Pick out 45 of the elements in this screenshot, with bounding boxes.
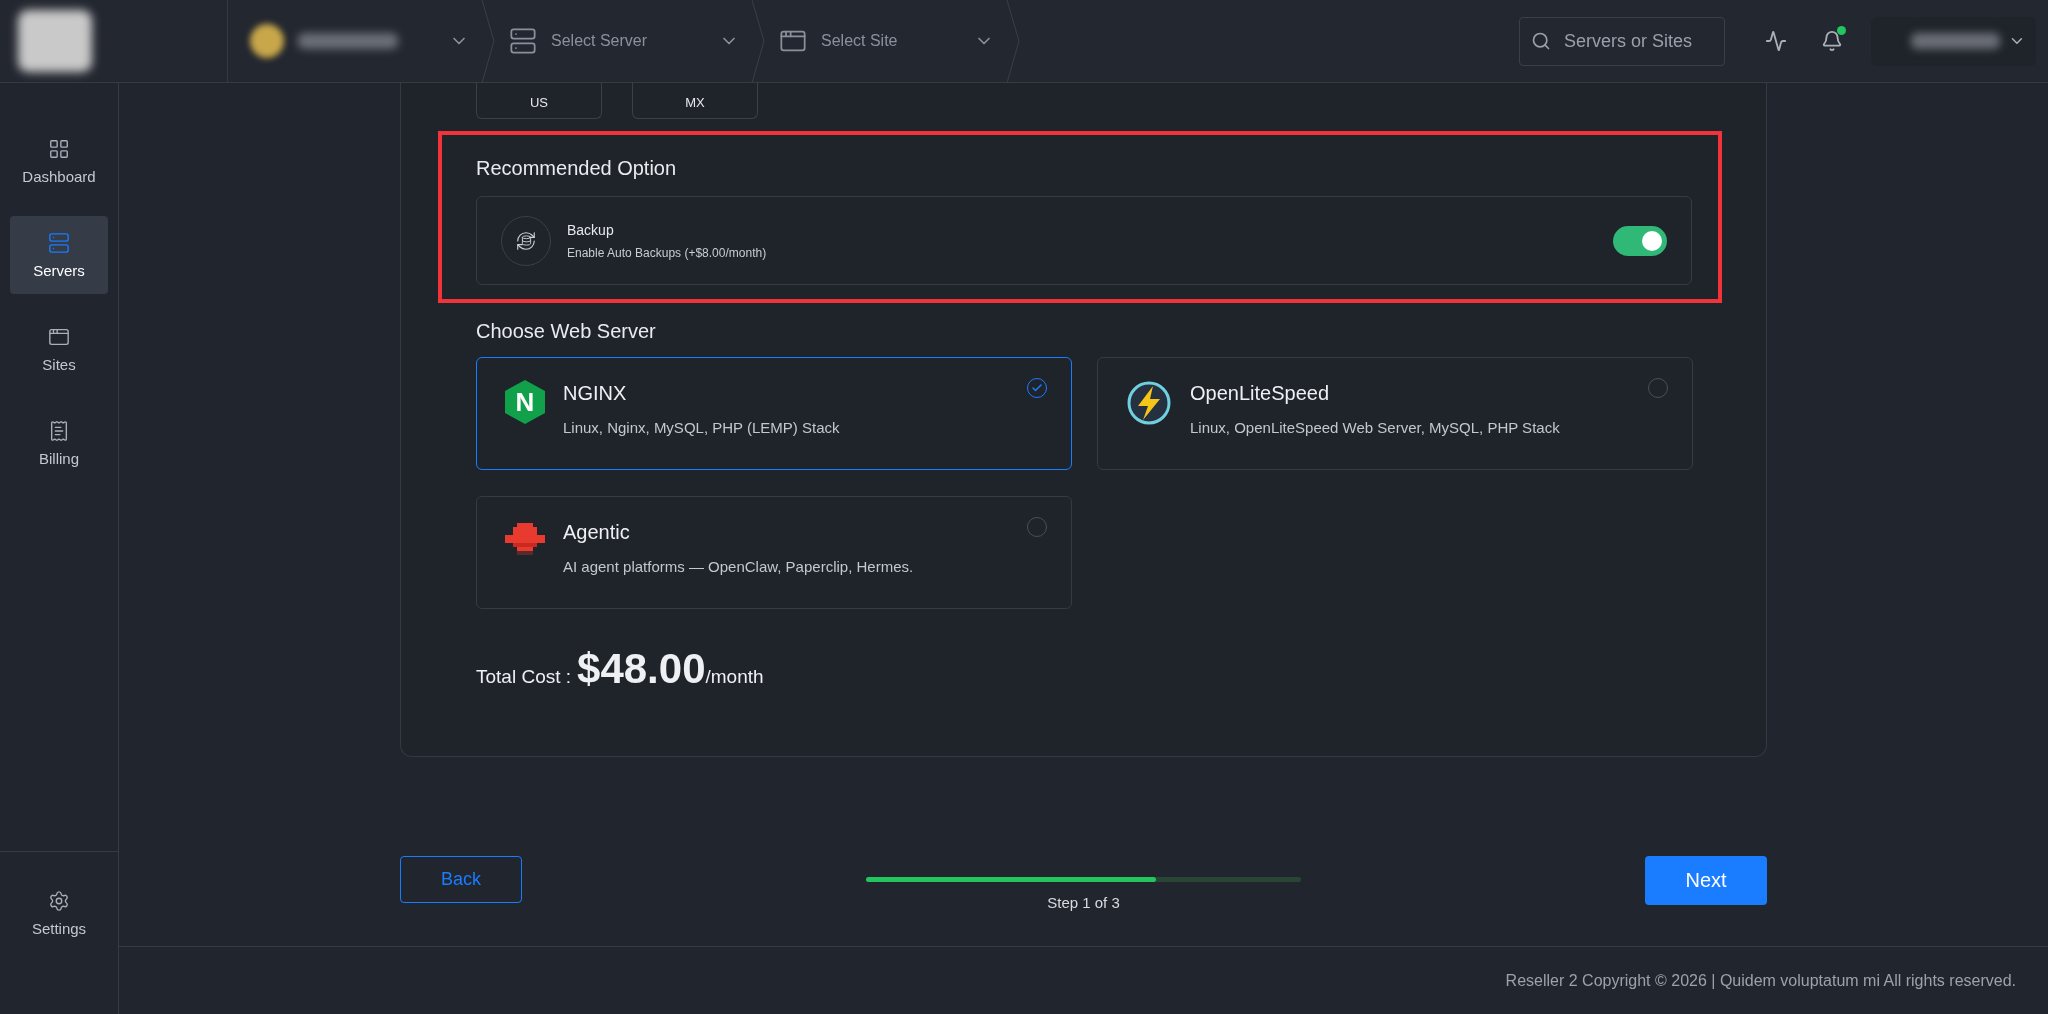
section-title: Recommended Option [476, 157, 678, 180]
option-description: Linux, Nginx, MySQL, PHP (LEMP) Stack [563, 419, 841, 436]
web-server-option[interactable]: OpenLiteSpeed Linux, OpenLiteSpeed Web Server, MySQL, PHP Stack [1097, 357, 1693, 470]
sidebar-item[interactable]: Billing [10, 404, 108, 482]
step-indicator: Step 1 of 3 [1047, 894, 1120, 911]
total-amount: $48.00 [577, 645, 706, 693]
total-cost-label: Total Cost : [476, 666, 572, 688]
activity-icon [1765, 30, 1787, 52]
dashboard-icon [48, 137, 70, 160]
search-icon [1531, 30, 1551, 51]
option-description: Enable Auto Backups (+$8.00/month) [567, 245, 768, 260]
option-description: Linux, OpenLiteSpeed Web Server, MySQL, PHP Stack [1190, 419, 1561, 436]
web-server-option[interactable]: N NGINX Linux, Nginx, MySQL, PHP (LEMP) Stack [476, 357, 1072, 470]
option-name: NGINX [563, 382, 628, 405]
lightning-bolt-icon [1126, 380, 1172, 426]
option-description: AI agent platforms — OpenClaw, Paperclip, Hermes. [563, 558, 915, 575]
server-icon [48, 231, 70, 254]
settings-item[interactable]: Settings [10, 874, 108, 952]
sidebar-item[interactable]: Sites [10, 310, 108, 388]
web-server-option[interactable]: Agentic AI agent platforms — OpenClaw, Paperclip, Hermes. [476, 496, 1072, 609]
check-icon [1031, 382, 1043, 394]
region-option[interactable]: MX [632, 83, 758, 119]
back-button[interactable]: Back [400, 856, 522, 903]
billing-period: /month [705, 666, 764, 688]
sidebar-item[interactable]: Servers [10, 216, 108, 294]
option-name: Agentic [563, 521, 631, 544]
sidebar-item[interactable]: Dashboard [10, 122, 108, 200]
option-name: OpenLiteSpeed [1190, 382, 1330, 405]
site-selector[interactable]: Select Site [765, 0, 1006, 82]
logo[interactable] [18, 10, 92, 72]
copyright-text: Reseller 2 Copyright © 2026 | Quidem voluptatum mi All rights reserved. [1505, 971, 2016, 990]
search-field[interactable]: Servers or Sites [1519, 16, 1725, 66]
option-title: Backup [567, 221, 615, 238]
bell-icon [1821, 30, 1843, 52]
section-title: Choose Web Server [476, 320, 657, 343]
backup-toggle[interactable] [1613, 225, 1667, 256]
settings-icon [48, 889, 70, 912]
user-menu-button[interactable] [1871, 16, 2036, 66]
region-option[interactable]: US [476, 83, 602, 119]
nginx-logo: N [505, 380, 545, 424]
next-button[interactable]: Next [1645, 856, 1767, 905]
receipt-icon [48, 419, 70, 442]
server-selector[interactable]: Select Server [495, 0, 751, 82]
avatar [250, 24, 284, 58]
server-icon [509, 27, 537, 55]
